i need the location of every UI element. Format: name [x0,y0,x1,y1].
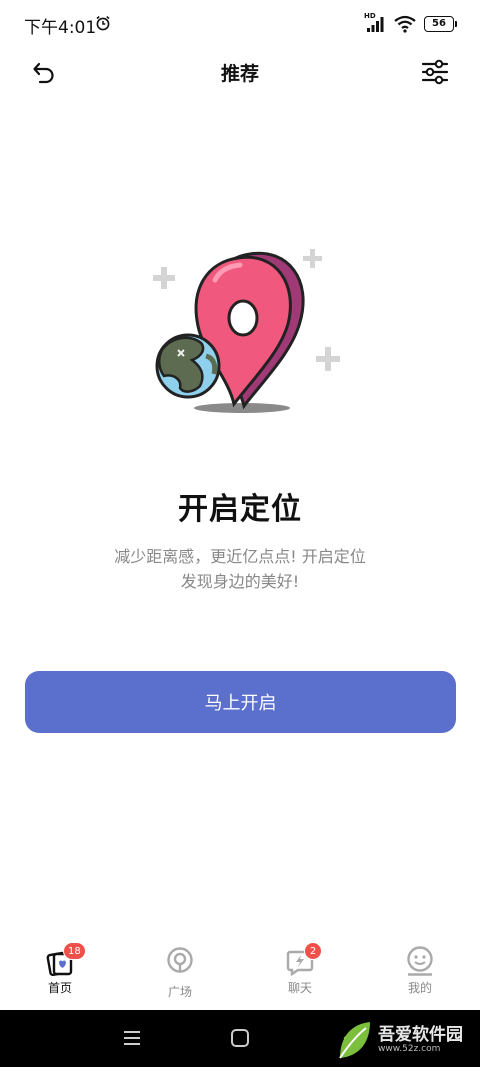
battery-level: 56 [432,18,446,29]
tab-home[interactable]: 18 首页 [20,940,100,1010]
status-bar: 下午4:01 HD 56 [0,0,480,48]
bottom-tab-bar: 18 首页 广场 2 聊天 我的 [0,940,480,1010]
tab-chat-badge: 2 [304,942,322,960]
page-title: 推荐 [220,63,259,85]
system-nav-bar: 吾爱软件园 www.52z.com [0,1010,480,1067]
tab-profile[interactable]: 我的 [380,940,460,1010]
tab-chat-label: 聊天 [287,981,312,995]
plus-sparkle [316,347,340,371]
watermark-url: www.52z.com [378,1044,441,1054]
tab-profile-label: 我的 [407,981,432,995]
filter-icon[interactable] [420,58,450,86]
smiley-profile-icon [407,946,433,976]
battery-icon: 56 [424,16,457,32]
title-bar: 推荐 [0,48,480,96]
tab-home-label: 首页 [47,981,72,995]
leaf-logo-icon [339,1022,370,1059]
home-icon[interactable] [228,1026,252,1050]
watermark: 吾爱软件园 www.52z.com [334,1018,474,1062]
location-description: 减少距离感，更近亿点点! 开启定位 发现身边的美好! [0,544,480,594]
description-line-1: 减少距离感，更近亿点点! 开启定位 [114,547,366,566]
tab-square[interactable]: 广场 [140,940,220,1010]
menu-icon[interactable] [120,1026,144,1050]
plus-sparkle [153,267,175,289]
alarm-icon [96,15,110,31]
tab-chat[interactable]: 2 聊天 [260,940,340,1010]
wifi-icon [394,15,416,33]
tab-square-label: 广场 [167,985,192,999]
location-pin-illustration [153,249,340,413]
enable-location-button[interactable]: 马上开启 [25,671,456,733]
location-icon [167,947,193,973]
tab-home-badge: 18 [63,942,86,960]
status-icons: HD 56 [364,12,457,34]
description-line-2: 发现身边的美好! [180,572,300,591]
plus-sparkle [303,249,322,268]
location-title: 开启定位 [178,492,302,527]
watermark-text: 吾爱软件园 [378,1025,463,1045]
status-time: 下午4:01 [24,18,97,38]
signal-icon: HD [364,12,386,33]
